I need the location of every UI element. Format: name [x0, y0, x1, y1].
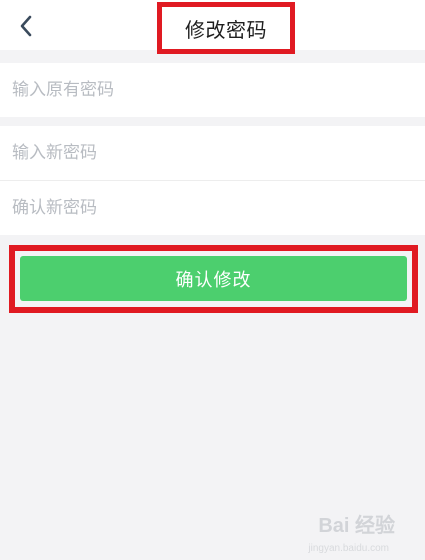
watermark-logo: Bai 经验: [318, 515, 395, 537]
back-button[interactable]: [8, 10, 44, 42]
top-bar: 修改密码: [0, 0, 425, 54]
old-password-input[interactable]: [12, 80, 425, 100]
change-password-screen: 修改密码 确认修改 Bai 经验 jingyan.baidu.com: [0, 0, 425, 560]
new-password-row: [0, 126, 425, 180]
old-password-row: [0, 63, 425, 117]
confirm-password-row: [0, 180, 425, 234]
new-password-input[interactable]: [12, 143, 425, 163]
old-password-group: [0, 63, 425, 117]
title-highlight-box: 修改密码: [157, 2, 295, 54]
new-password-group: [0, 126, 425, 235]
chevron-left-icon: [20, 15, 32, 37]
watermark-url: jingyan.baidu.com: [308, 543, 389, 554]
confirm-change-button[interactable]: 确认修改: [20, 256, 407, 301]
page-title: 修改密码: [185, 17, 267, 42]
confirm-button-highlight-box: 确认修改: [9, 245, 418, 313]
confirm-password-input[interactable]: [12, 197, 425, 218]
